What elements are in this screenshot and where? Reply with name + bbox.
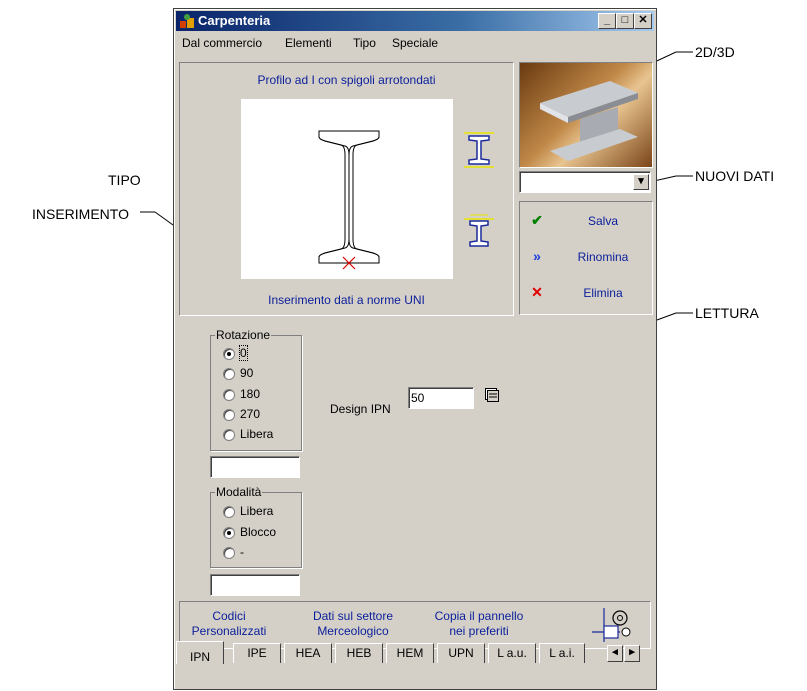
menu-dal-commercio[interactable]: Dal commercio — [182, 36, 262, 50]
double-chevron-down-icon: » — [533, 248, 541, 264]
radio-icon — [223, 506, 235, 518]
profile-title: Profilo ad I con spigoli arrotondati — [257, 73, 436, 87]
window-title: Carpenteria — [198, 13, 271, 28]
ibeam-new-data-icon[interactable] — [464, 211, 494, 253]
tab-l-ai[interactable]: L a.i. — [539, 643, 585, 663]
maximize-button[interactable]: □ — [616, 13, 634, 29]
chevron-down-icon[interactable]: ▾ — [633, 174, 649, 190]
radio-icon — [223, 547, 235, 559]
mode-group: Modalità Libera Blocco - — [210, 485, 302, 568]
copy-panel-button[interactable]: Copia il pannello nei preferiti — [420, 609, 538, 639]
menu-bar: Dal commercio Elementi Tipo Speciale — [176, 33, 654, 53]
tab-l-au[interactable]: L a.u. — [488, 643, 536, 663]
rotation-value-field[interactable] — [210, 456, 300, 478]
tab-heb[interactable]: HEB — [335, 643, 383, 663]
bottom-buttons-panel: Codici Personalizzati Dati sul settore M… — [179, 601, 651, 649]
check-icon: ✔ — [531, 212, 543, 228]
mode-legend: Modalità — [215, 485, 263, 499]
custom-codes-button[interactable]: Codici Personalizzati — [180, 609, 278, 639]
mode-value-field[interactable] — [210, 574, 300, 596]
tab-ipn[interactable]: IPN — [176, 641, 224, 664]
tab-upn[interactable]: UPN — [437, 643, 485, 663]
tab-scroll-right-button[interactable]: ▸ — [624, 645, 640, 662]
insertion-type-label[interactable]: Inserimento dati a norme UNI — [180, 293, 513, 307]
preview-3d-panel — [519, 62, 653, 168]
tab-hea[interactable]: HEA — [284, 643, 332, 663]
tab-hem[interactable]: HEM — [386, 643, 434, 663]
minimize-button[interactable]: _ — [598, 13, 616, 29]
menu-tipo[interactable]: Tipo — [353, 36, 376, 50]
radio-icon — [223, 368, 235, 380]
ibeam-2d3d-icon[interactable] — [464, 129, 494, 171]
delete-x-icon: ✕ — [531, 284, 543, 300]
radio-icon — [223, 348, 235, 360]
design-ipn-input[interactable] — [408, 387, 474, 409]
carpenteria-window: Carpenteria _ □ ✕ Dal commercio Elementi… — [173, 8, 657, 690]
tab-ipe[interactable]: IPE — [233, 643, 281, 663]
menu-speciale[interactable]: Speciale — [392, 36, 438, 50]
design-label: Design IPN — [330, 402, 391, 416]
radio-icon — [223, 409, 235, 421]
ipn-section-drawing — [318, 130, 380, 270]
radio-icon — [223, 389, 235, 401]
tab-scroll-left-button[interactable]: ◂ — [607, 645, 623, 662]
menu-elementi[interactable]: Elementi — [285, 36, 332, 50]
profile-panel: Profilo ad I con spigoli arrotondati Ins… — [179, 62, 514, 316]
carpenteria-app-icon — [180, 14, 194, 28]
profile-drawing-area — [241, 99, 453, 279]
title-bar[interactable]: Carpenteria _ □ ✕ — [176, 11, 654, 31]
rotation-legend: Rotazione — [215, 328, 272, 342]
sector-data-button[interactable]: Dati sul settore Merceologico — [298, 609, 408, 639]
read-data-icon[interactable] — [485, 388, 499, 402]
ibeam-3d-preview — [540, 81, 638, 161]
settings-gear-icon[interactable] — [590, 606, 632, 644]
close-button[interactable]: ✕ — [634, 13, 652, 29]
radio-icon — [223, 527, 235, 539]
profile-dropdown[interactable]: ▾ — [519, 171, 651, 193]
radio-icon — [223, 429, 235, 441]
rotation-group: Rotazione 0 90 180 270 Libera — [210, 328, 302, 451]
actions-panel: ✔ Salva » Rinomina ✕ Elimina — [519, 201, 653, 315]
